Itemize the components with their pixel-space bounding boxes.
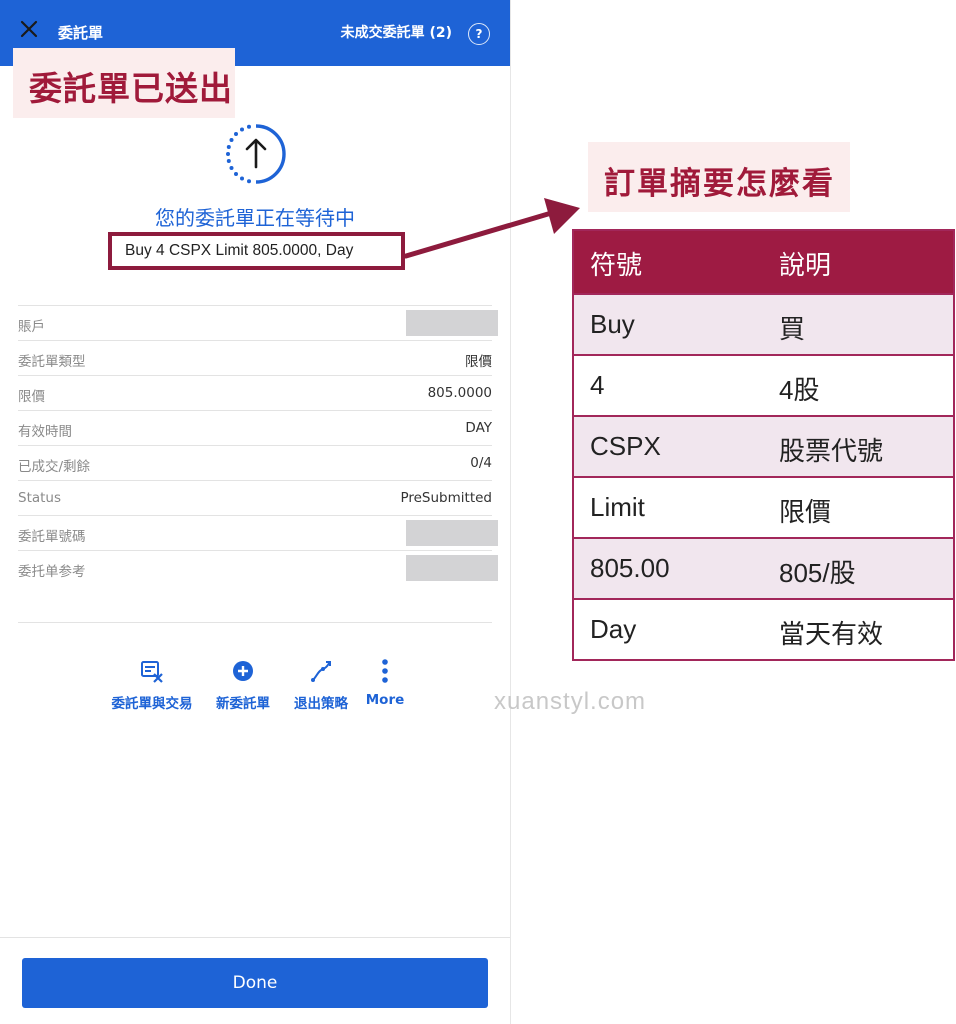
orders-trades-icon xyxy=(141,661,163,683)
legend-meaning-cell: 805/股 xyxy=(779,558,856,588)
legend-header-row: 符號 說明 xyxy=(574,231,953,293)
exit-strategy-button[interactable]: 退出策略 xyxy=(288,658,354,712)
detail-value: PreSubmitted xyxy=(400,490,492,506)
new-order-button[interactable]: 新委託單 xyxy=(210,658,276,712)
page-title: 委託單 xyxy=(58,24,104,42)
orders-trades-button[interactable]: 委託單與交易 xyxy=(104,658,200,712)
detail-label: 限價 xyxy=(18,389,45,405)
legend-row: Buy 買 xyxy=(574,293,953,354)
detail-row-order-reference: 委托单参考 xyxy=(18,550,498,586)
detail-value: DAY xyxy=(465,420,492,436)
legend-row: Day 當天有效 xyxy=(574,598,953,659)
close-icon xyxy=(20,20,38,38)
detail-row-account: 賬戶 xyxy=(18,305,498,341)
details-divider xyxy=(18,622,492,623)
legend-header-cell: 符號 xyxy=(590,250,643,280)
legend-meaning-cell: 限價 xyxy=(779,497,832,527)
action-label: More xyxy=(365,692,405,708)
legend-meaning-cell: 4股 xyxy=(779,375,820,405)
detail-value: 0/4 xyxy=(470,455,492,471)
detail-row-order-id: 委託單號碼 xyxy=(18,515,498,551)
detail-row-status: Status PreSubmitted xyxy=(18,480,492,516)
legend-row: 4 4股 xyxy=(574,354,953,415)
sent-annotation-banner: 委託單已送出 xyxy=(13,48,235,118)
detail-label: 委託單號碼 xyxy=(18,529,86,545)
redacted-value xyxy=(406,555,498,581)
detail-row-order-type: 委託單類型 限價 xyxy=(18,340,492,376)
done-button[interactable]: Done xyxy=(22,958,488,1008)
action-label: 委託單與交易 xyxy=(111,696,193,712)
submitted-upload-icon xyxy=(226,124,286,184)
legend-symbol-cell: Buy xyxy=(590,309,635,339)
order-confirmation-screen: 委託單 未成交委託單 (2) ? 委託單已送出 您的委託單正在等待中 Buy 4… xyxy=(0,0,511,1024)
sent-annotation-text: 委託單已送出 xyxy=(29,69,233,108)
help-icon[interactable]: ? xyxy=(468,23,490,45)
action-label: 新委託單 xyxy=(216,696,270,712)
legend-meaning-cell: 買 xyxy=(779,314,806,344)
detail-label: Status xyxy=(18,490,62,506)
legend-row: CSPX 股票代號 xyxy=(574,415,953,476)
howto-annotation-text: 訂單摘要怎麼看 xyxy=(604,166,835,202)
pending-orders-link[interactable]: 未成交委託單 (2) xyxy=(341,22,452,42)
close-button[interactable] xyxy=(14,14,44,44)
detail-label: 委托单参考 xyxy=(18,564,86,580)
order-summary-text: Buy 4 CSPX Limit 805.0000, Day xyxy=(125,242,354,259)
howto-annotation-banner: 訂單摘要怎麼看 xyxy=(588,142,850,212)
redacted-value xyxy=(406,520,498,546)
legend-symbol-cell: 4 xyxy=(590,370,605,400)
redacted-value xyxy=(406,310,498,336)
detail-row-limit-price: 限價 805.0000 xyxy=(18,375,492,411)
detail-label: 有效時間 xyxy=(18,424,72,440)
legend-symbol-cell: Limit xyxy=(590,492,645,522)
legend-row: 805.00 805/股 xyxy=(574,537,953,598)
detail-value: 805.0000 xyxy=(427,385,492,401)
exit-strategy-icon xyxy=(311,661,331,682)
legend-header-cell: 說明 xyxy=(779,250,832,280)
detail-value: 限價 xyxy=(465,354,492,370)
detail-label: 賬戶 xyxy=(18,319,45,335)
detail-label: 已成交/剩餘 xyxy=(18,459,91,475)
more-button[interactable]: More xyxy=(362,658,408,708)
plus-circle-icon xyxy=(233,661,253,681)
action-label: 退出策略 xyxy=(294,696,348,712)
legend-row: Limit 限價 xyxy=(574,476,953,537)
site-watermark: xuanstyl.com xyxy=(494,688,647,715)
legend-symbol-cell: 805.00 xyxy=(590,553,670,583)
order-summary-box: Buy 4 CSPX Limit 805.0000, Day xyxy=(108,232,405,270)
order-summary-legend-table: 符號 說明 Buy 買 4 4股 CSPX 股票代號 Limit 限價 805.… xyxy=(572,229,955,661)
footer-divider xyxy=(0,937,510,938)
legend-symbol-cell: CSPX xyxy=(590,431,661,461)
legend-symbol-cell: Day xyxy=(590,614,637,644)
legend-meaning-cell: 股票代號 xyxy=(779,436,884,466)
detail-label: 委託單類型 xyxy=(18,354,86,370)
legend-meaning-cell: 當天有效 xyxy=(779,619,884,649)
detail-row-filled-remaining: 已成交/剩餘 0/4 xyxy=(18,445,492,481)
more-vertical-icon xyxy=(382,659,388,683)
detail-row-time-in-force: 有效時間 DAY xyxy=(18,410,492,446)
annotation-arrow-icon xyxy=(403,198,580,259)
